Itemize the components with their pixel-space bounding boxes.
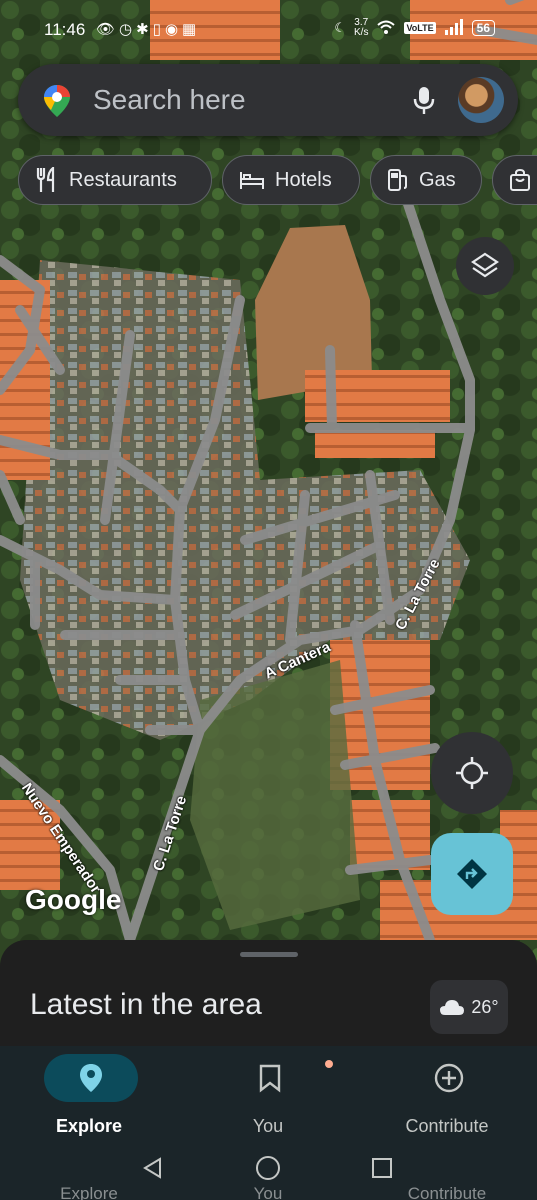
hotel-icon xyxy=(240,172,264,189)
nav-you-icon-wrap xyxy=(223,1054,333,1102)
category-chips: Restaurants Hotels Gas xyxy=(18,155,537,207)
chip-label: Restaurants xyxy=(69,168,177,191)
sheet-title: Latest in the area xyxy=(30,988,262,1021)
recents-button[interactable] xyxy=(362,1148,402,1188)
mic-icon[interactable] xyxy=(408,84,440,116)
home-button[interactable] xyxy=(248,1148,288,1188)
cloud-icon xyxy=(440,1000,465,1015)
weather-temp: 26° xyxy=(471,996,499,1017)
google-logo: Google xyxy=(25,884,122,915)
signal-icon xyxy=(444,18,464,38)
status-icons-right: ☾ 3.7 K/s VoLTE 56 xyxy=(334,18,495,38)
my-location-icon xyxy=(456,757,488,789)
chip-gas[interactable]: Gas xyxy=(370,155,482,205)
gas-icon xyxy=(388,169,407,191)
layers-button[interactable] xyxy=(456,237,514,295)
recents-icon xyxy=(372,1158,392,1178)
nav-contribute-label: Contribute xyxy=(405,1116,489,1136)
nav-explore-label: Explore xyxy=(55,1116,123,1136)
chip-hotels[interactable]: Hotels xyxy=(222,155,360,205)
chip-label: Hotels xyxy=(275,168,332,191)
nav-explore-icon-wrap xyxy=(44,1054,138,1102)
chip-restaurants[interactable]: Restaurants xyxy=(18,155,212,205)
chip-shopping[interactable] xyxy=(492,155,537,205)
volte-badge: VoLTE xyxy=(404,22,436,34)
notification-icons: 👁◷✱▯◉▦ xyxy=(96,21,201,38)
net-speed: 3.7 K/s xyxy=(354,18,368,38)
restaurant-icon xyxy=(36,167,55,192)
directions-button[interactable] xyxy=(431,833,513,915)
shopping-icon xyxy=(510,168,530,191)
weather-chip[interactable]: 26° xyxy=(430,980,508,1034)
sheet-drag-handle[interactable] xyxy=(240,952,298,957)
net-speed-unit: K/s xyxy=(354,27,369,38)
nav-contribute-icon-wrap xyxy=(402,1054,496,1102)
directions-icon xyxy=(457,859,487,889)
layers-icon xyxy=(471,252,499,278)
explore-pin-icon xyxy=(80,1064,102,1092)
moon-icon: ☾ xyxy=(334,20,347,35)
latest-sheet[interactable]: Latest in the area 26° xyxy=(0,940,537,1050)
search-bar[interactable]: Search here xyxy=(18,64,518,136)
wifi-icon xyxy=(376,19,396,38)
back-button[interactable] xyxy=(133,1148,173,1188)
nav-you-label: You xyxy=(252,1116,284,1136)
battery-indicator: 56 xyxy=(471,20,495,36)
search-input[interactable]: Search here xyxy=(93,84,246,116)
avatar[interactable] xyxy=(458,77,504,123)
status-bar: 11:46 👁◷✱▯◉▦ ☾ 3.7 K/s VoLTE 56 xyxy=(0,0,537,60)
system-navigation-bar: Explore You Contribute xyxy=(0,1140,537,1200)
status-time: 11:46 xyxy=(44,20,86,39)
notification-dot xyxy=(325,1060,333,1068)
bookmark-icon xyxy=(259,1064,281,1093)
home-icon xyxy=(256,1156,280,1180)
my-location-button[interactable] xyxy=(431,732,513,814)
maps-pin-icon xyxy=(44,85,70,117)
chip-label: Gas xyxy=(419,168,456,191)
add-circle-icon xyxy=(434,1063,464,1093)
back-icon xyxy=(143,1157,161,1179)
